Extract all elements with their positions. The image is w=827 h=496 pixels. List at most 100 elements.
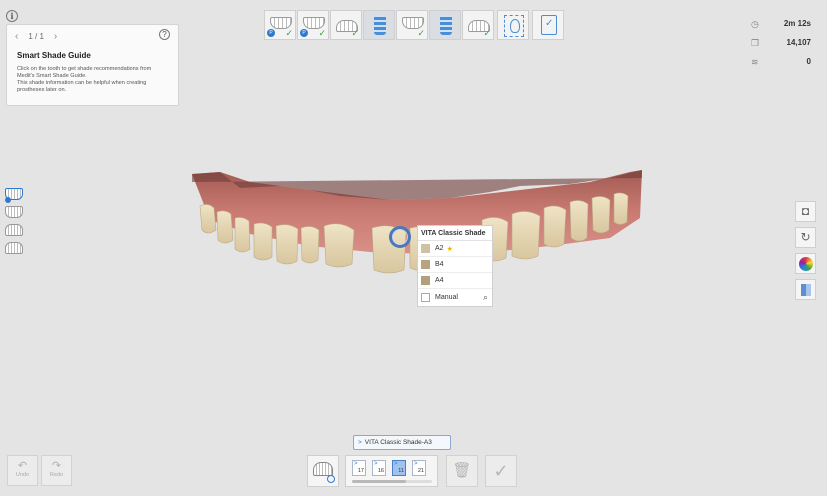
check-icon: ✓ — [483, 28, 491, 38]
stage-scanbody-upper[interactable] — [363, 10, 395, 40]
undo-redo-group: ↶ Undo ↷ Redo — [7, 455, 72, 486]
shade-swatch — [421, 244, 430, 253]
undo-label: Undo — [15, 472, 30, 478]
copy-icon: ❐ — [751, 37, 760, 48]
tooth-map-button[interactable] — [307, 455, 339, 487]
tooth-marker-icon: > — [394, 461, 398, 467]
wifi-icon: ≋ — [751, 56, 759, 67]
shade-option-b4[interactable]: B4 — [418, 257, 492, 273]
shade-label: B4 — [435, 261, 444, 268]
tooth-item-16[interactable]: > 16 — [372, 460, 386, 476]
stage-scanbody-lower[interactable] — [429, 10, 461, 40]
delete-button[interactable]: 🗑 — [446, 455, 478, 487]
guide-title: Smart Shade Guide — [17, 51, 91, 60]
tooth-item-17[interactable]: > 17 — [352, 460, 366, 476]
jaw-visibility-tools — [5, 188, 23, 254]
tooltip-text: VITA Classic Shade-A3 — [364, 439, 432, 446]
scan-time-row: ◷ 2m 12s — [751, 14, 811, 33]
redo-label: Redo — [49, 472, 64, 478]
stage-bite[interactable]: ✓ — [462, 10, 494, 40]
undo-icon: ↶ — [17, 460, 28, 472]
view-cube-icon[interactable] — [795, 279, 816, 300]
shade-label: A2 — [435, 245, 444, 252]
search-icon[interactable]: ⌕ — [483, 292, 488, 303]
chevron-left-icon[interactable]: ‹ — [15, 31, 18, 42]
tooth-item-11[interactable]: > 11 — [392, 460, 406, 476]
smart-shade-guide-panel: ‹ 1 / 1 › ? Smart Shade Guide Click on t… — [6, 24, 179, 106]
check-icon: ✓ — [285, 28, 293, 38]
check-icon: ✓ — [351, 28, 359, 38]
tooth-marker-icon: > — [354, 461, 358, 467]
guide-page-number: 1 / 1 — [28, 32, 44, 41]
manual-label: Manual — [435, 293, 458, 301]
redo-button[interactable]: ↷ Redo — [41, 455, 72, 486]
clock-icon: ◷ — [751, 18, 759, 29]
shade-option-a2[interactable]: A2 ★ — [418, 241, 492, 257]
stage-face-scan[interactable] — [497, 10, 529, 40]
wifi-value: 0 — [806, 57, 811, 66]
check-icon: ✓ — [318, 28, 326, 38]
stage-review[interactable] — [532, 10, 564, 40]
refresh-icon[interactable]: ↻ — [795, 227, 816, 248]
trash-icon: 🗑 — [452, 462, 472, 479]
prep-badge: P — [267, 29, 275, 37]
lower-jaw-toggle[interactable] — [5, 224, 23, 236]
check-icon: ✓ — [417, 28, 425, 38]
upper-jaw-toggle[interactable] — [5, 188, 23, 203]
guide-text-line: This shade information can be helpful wh… — [17, 80, 147, 86]
guide-text-line: Medit's Smart Shade Guide. — [17, 73, 87, 79]
shade-label: A4 — [435, 277, 444, 284]
tooth-selector: > 17 > 16 > 11 > 21 — [345, 455, 438, 487]
stage-lower-jaw[interactable]: ✓ — [330, 10, 362, 40]
shade-recommendation-popup: VITA Classic Shade A2 ★ B4 A4 Manual ⌕ — [417, 225, 493, 307]
upper-jaw-prep-toggle[interactable] — [5, 206, 23, 218]
tooth-marker-icon: > — [374, 461, 378, 467]
data-count: 14,107 — [786, 38, 811, 47]
right-view-tools: ◘ ↻ — [795, 201, 816, 300]
wifi-row: ≋ 0 — [751, 52, 811, 71]
scan-stage-bar: P ✓ P ✓ ✓ ✓ ✓ — [264, 10, 564, 40]
guide-description: Click on the tooth to get shade recommen… — [17, 66, 177, 94]
tooth-selector-scrollbar[interactable] — [352, 480, 432, 483]
eye-icon — [327, 475, 335, 483]
info-icon[interactable]: i — [6, 10, 18, 22]
tooth-marker-icon: > — [358, 439, 362, 446]
scanbody-active-icon — [440, 15, 452, 35]
shade-option-manual[interactable]: Manual ⌕ — [418, 289, 492, 305]
help-icon[interactable]: ? — [159, 29, 170, 40]
shade-swatch — [421, 276, 430, 285]
star-icon: ★ — [446, 245, 453, 253]
chevron-right-icon[interactable]: › — [54, 31, 57, 42]
redo-icon: ↷ — [51, 460, 62, 472]
shade-swatch — [421, 260, 430, 269]
tooth-number: 16 — [377, 468, 384, 474]
tooth-number: 11 — [398, 468, 404, 474]
stage-upper-jaw-prep[interactable]: P ✓ — [297, 10, 329, 40]
tooth-number: 17 — [357, 468, 364, 474]
face-scan-icon — [504, 15, 524, 37]
scan-time: 2m 12s — [783, 19, 811, 28]
data-count-row: ❐ 14,107 — [751, 33, 811, 52]
check-icon: ✓ — [493, 461, 509, 481]
undo-button[interactable]: ↶ Undo — [7, 455, 38, 486]
occlusion-toggle[interactable] — [5, 242, 23, 254]
stage-occlusion[interactable]: ✓ — [396, 10, 428, 40]
selected-shade-tooltip: > VITA Classic Shade-A3 — [353, 435, 451, 450]
confirm-button[interactable]: ✓ — [485, 455, 517, 487]
stage-upper-jaw[interactable]: P ✓ — [264, 10, 296, 40]
shade-probe-cursor[interactable] — [389, 226, 411, 248]
tooth-item-21[interactable]: > 21 — [412, 460, 426, 476]
guide-text-line: Click on the tooth to get shade recommen… — [17, 66, 152, 72]
review-icon — [541, 15, 557, 35]
camera-icon[interactable]: ◘ — [795, 201, 816, 222]
color-map-icon[interactable] — [795, 253, 816, 274]
tooth-marker-icon: > — [414, 461, 418, 467]
shade-swatch-empty — [421, 292, 430, 302]
scan-stats: ◷ 2m 12s ❐ 14,107 ≋ 0 — [751, 14, 811, 71]
shade-popup-title: VITA Classic Shade — [418, 226, 492, 241]
tooth-number: 21 — [417, 468, 424, 474]
shade-option-a4[interactable]: A4 — [418, 273, 492, 289]
tooth-map-icon — [313, 462, 333, 476]
guide-pagination: ‹ 1 / 1 › — [15, 31, 57, 42]
guide-text-line: prostheses later on. — [17, 87, 67, 93]
